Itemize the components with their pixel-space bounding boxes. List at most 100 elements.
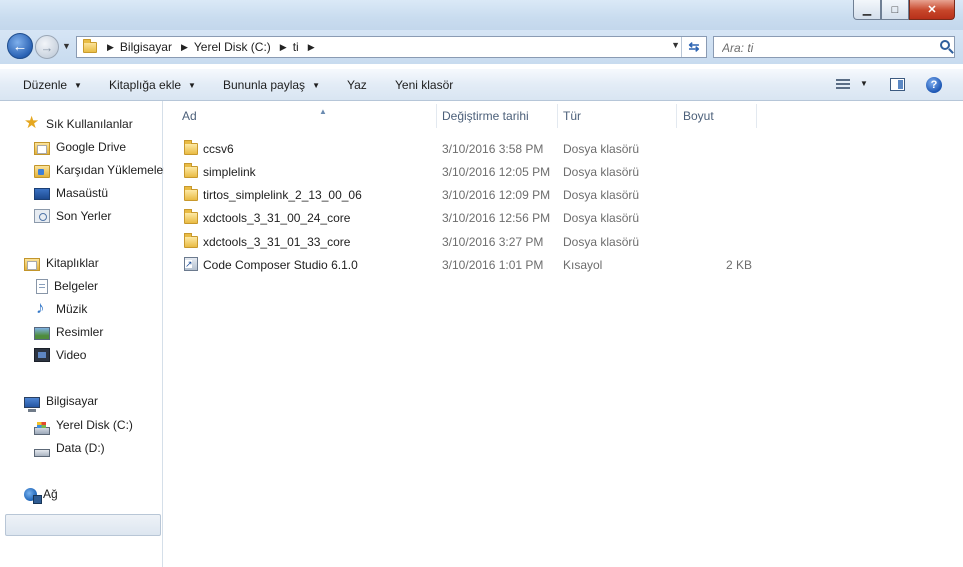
file-date: 3/10/2016 12:05 PM [442,165,551,179]
file-date: 3/10/2016 3:58 PM [442,142,544,156]
breadcrumb-chevron-icon[interactable]: ▶ [308,42,315,53]
file-row[interactable]: xdctools_3_31_01_33_core 3/10/2016 3:27 … [164,231,963,253]
minimize-icon: ▁ [862,4,872,16]
file-type: Dosya klasörü [563,165,640,179]
sidebar-header-libraries[interactable]: Kitaplıklar [24,253,99,273]
file-row[interactable]: xdctools_3_31_00_24_core 3/10/2016 12:56… [164,207,963,229]
sidebar-item-documents[interactable]: Belgeler [34,276,98,296]
sidebar-item-local-disk-c[interactable]: Yerel Disk (C:) [34,415,133,435]
file-row[interactable]: ccsv6 3/10/2016 3:58 PM Dosya klasörü [164,138,963,160]
file-row[interactable]: Code Composer Studio 6.1.0 3/10/2016 1:0… [164,254,963,276]
breadcrumb-chevron-icon[interactable]: ▶ [107,42,114,53]
breadcrumb-chevron-icon[interactable]: ▶ [280,42,287,53]
minimize-button[interactable]: ▁ [853,0,881,20]
file-name: xdctools_3_31_01_33_core [203,235,351,249]
sidebar-item-label: Data (D:) [56,441,105,455]
command-bar: Düzenle ▼ Kitaplığa ekle ▼ Bununla paylaş ▼… [0,68,963,101]
breadcrumb-ti[interactable]: ti [293,40,299,54]
sidebar-item-video[interactable]: Video [34,345,86,365]
window-controls: ▁ □ ✕ [853,0,955,20]
search-input[interactable] [720,39,934,57]
sidebar-item-label: Google Drive [56,140,127,154]
file-type: Dosya klasörü [563,188,640,202]
navigation-bar: ← → ▼ ▶ Bilgisayar ▶ Yerel Disk (C:) ▶ t… [0,30,963,64]
file-name: Code Composer Studio 6.1.0 [203,258,358,272]
column-divider[interactable] [756,104,757,128]
sidebar-item-data-d[interactable]: Data (D:) [34,438,105,458]
breadcrumb-local-disk[interactable]: Yerel Disk (C:) [194,40,271,54]
address-bar[interactable]: ▶ Bilgisayar ▶ Yerel Disk (C:) ▶ ti ▶ ▼ … [76,36,707,58]
file-date: 3/10/2016 1:01 PM [442,258,544,272]
burn-button[interactable]: Yaz [347,78,367,92]
pictures-icon [34,326,50,340]
change-view-icon[interactable] [836,79,850,91]
sidebar-header-favorites[interactable]: Sık Kullanılanlar [24,113,133,134]
sidebar-item-downloads[interactable]: Karşıdan Yüklemeler [34,160,167,180]
sidebar-item-label: Yerel Disk (C:) [56,418,133,432]
folder-icon [184,163,198,178]
sidebar-item-label: Karşıdan Yüklemeler [56,163,168,177]
help-icon[interactable]: ? [926,77,942,93]
sidebar-item-pictures[interactable]: Resimler [34,322,103,342]
back-arrow-icon: ← [12,37,28,55]
file-type: Dosya klasörü [563,235,640,249]
file-name: simplelink [203,165,256,179]
breadcrumb-chevron-icon[interactable]: ▶ [181,42,188,53]
file-row[interactable]: tirtos_simplelink_2_13_00_06 3/10/2016 1… [164,184,963,206]
sidebar-header-label: Bilgisayar [46,394,99,408]
column-header-name[interactable]: Ad ▲ [182,107,327,123]
view-options-dropdown-icon[interactable]: ▼ [860,79,868,88]
sidebar-item-label: Resimler [56,325,104,339]
sidebar-item-recent-places[interactable]: Son Yerler [34,206,111,226]
dropdown-arrow-icon: ▼ [74,81,82,90]
folder-icon [184,186,198,201]
column-header-size[interactable]: Boyut [683,109,714,123]
column-header-type[interactable]: Tür [563,109,581,123]
file-type: Dosya klasörü [563,142,640,156]
folder-icon [83,38,97,53]
documents-icon [36,278,48,294]
include-in-library-menu[interactable]: Kitaplığa ekle ▼ [109,78,196,92]
column-divider[interactable] [676,104,677,128]
refresh-icon: ⇆ [688,39,700,54]
folder-icon [184,209,198,224]
recent-places-icon [34,209,50,223]
sidebar-item-google-drive[interactable]: Google Drive [34,137,126,157]
column-divider[interactable] [557,104,558,128]
maximize-button[interactable]: □ [881,0,909,20]
search-icon[interactable] [940,40,950,50]
navigation-pane: Sık Kullanılanlar Google Drive Karşıdan … [0,101,167,567]
title-bar: ▁ □ ✕ [0,0,963,30]
sidebar-header-network[interactable]: Ağ [24,484,58,504]
close-button[interactable]: ✕ [909,0,955,20]
organize-menu[interactable]: Düzenle ▼ [23,78,82,92]
sidebar-header-computer[interactable]: Bilgisayar [24,391,99,412]
address-history-dropdown-icon[interactable]: ▼ [671,40,680,50]
sidebar-item-music[interactable]: Müzik [34,298,87,319]
column-divider[interactable] [436,104,437,128]
sidebar-item-desktop[interactable]: Masaüstü [34,183,108,203]
back-button[interactable]: ← [7,33,33,59]
file-row[interactable]: simplelink 3/10/2016 12:05 PM Dosya klas… [164,161,963,183]
dropdown-arrow-icon: ▼ [312,81,320,90]
folder-icon [184,140,198,155]
network-icon [24,487,42,504]
forward-button[interactable]: → [35,35,59,59]
folder-icon [184,233,198,248]
sidebar-item-label: Son Yerler [56,209,112,223]
preview-pane-icon[interactable] [890,78,905,91]
refresh-button[interactable]: ⇆ [681,37,706,57]
breadcrumb-computer[interactable]: Bilgisayar [120,40,172,54]
computer-icon [24,396,40,412]
new-folder-button[interactable]: Yeni klasör [395,78,453,92]
dropdown-arrow-icon: ▼ [188,81,196,90]
organize-label: Düzenle [23,78,68,92]
column-header-date-modified[interactable]: Değiştirme tarihi [442,109,529,123]
share-with-menu[interactable]: Bununla paylaş ▼ [223,78,320,92]
include-in-library-label: Kitaplığa ekle [109,78,182,92]
downloads-icon [34,164,50,178]
recent-pages-dropdown[interactable]: ▼ [62,41,71,51]
file-name: tirtos_simplelink_2_13_00_06 [203,188,362,202]
desktop-icon [34,188,50,200]
video-icon [34,348,50,362]
